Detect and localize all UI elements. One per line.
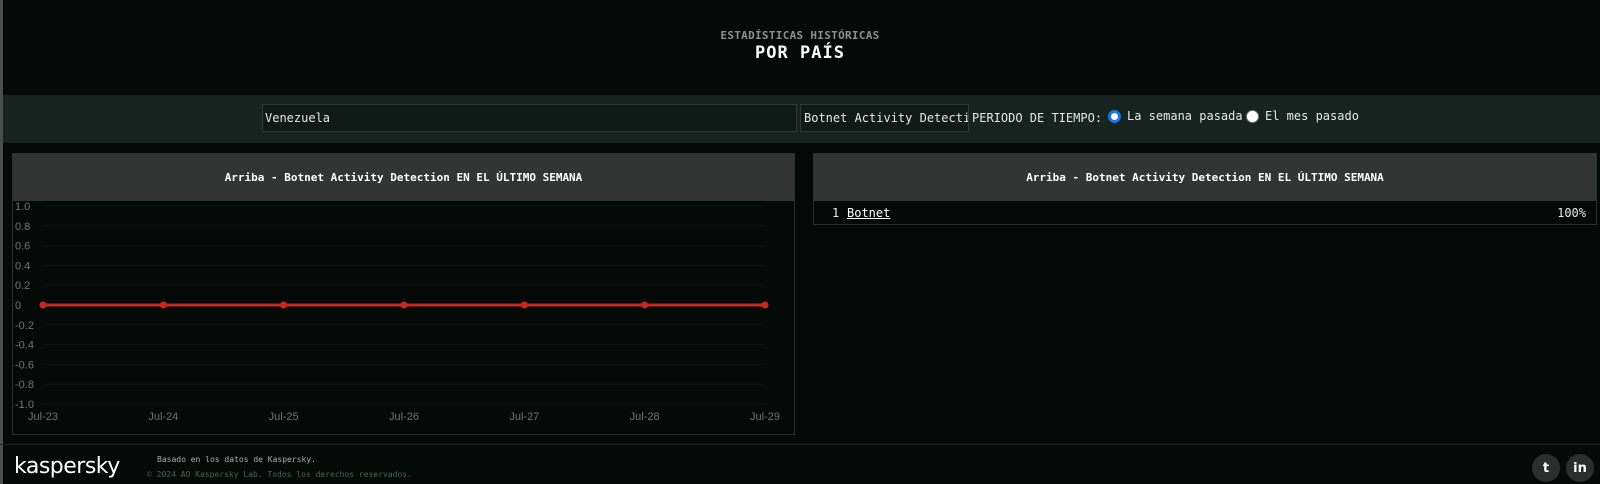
footer-divider <box>0 444 1600 445</box>
x-tick-label: Jul-25 <box>269 411 299 423</box>
y-tick-label: 0.6 <box>15 241 30 253</box>
top-row-percent: 100% <box>1557 206 1586 220</box>
top-panel-heading: Arriba - Botnet Activity Detection EN EL… <box>814 154 1596 201</box>
radio-last-week[interactable]: La semana pasada <box>1108 109 1243 123</box>
filter-toolbar: Venezuela Botnet Activity Detection PERI… <box>3 95 1600 143</box>
y-tick-label: 0.8 <box>15 221 30 233</box>
y-tick-label: 1.0 <box>15 201 30 213</box>
data-point <box>520 301 528 309</box>
radio-last-month[interactable]: El mes pasado <box>1246 109 1359 123</box>
page-title: POR PAÍS <box>755 43 845 63</box>
y-tick-label: 0.4 <box>15 260 30 272</box>
detection-type-select[interactable]: Botnet Activity Detection <box>800 104 969 132</box>
x-tick-label: Jul-24 <box>148 411 178 423</box>
country-input[interactable]: Venezuela <box>262 104 797 132</box>
top-row-name-link[interactable]: Botnet <box>847 206 890 220</box>
data-point <box>400 301 408 309</box>
radio-checked-icon <box>1108 109 1121 123</box>
y-tick-label: 0.2 <box>15 280 30 292</box>
top-row-rank: 1 <box>832 206 840 220</box>
footer-note: Basado en los datos de Kaspersky. <box>157 455 316 464</box>
line-chart: 1.00.80.60.40.20-0.2-0.4-0.6-0.8-1.0Jul-… <box>15 201 780 423</box>
chart-panel: Arriba - Botnet Activity Detection EN EL… <box>12 153 795 435</box>
linkedin-icon[interactable]: in <box>1566 454 1594 482</box>
data-point <box>761 301 769 309</box>
y-tick-label: -0.6 <box>15 359 34 371</box>
y-tick-label: -1.0 <box>15 399 34 411</box>
top-detections-panel: Arriba - Botnet Activity Detection EN EL… <box>813 153 1597 225</box>
y-tick-label: -0.4 <box>15 340 34 352</box>
radio-last-month-label: El mes pasado <box>1265 109 1359 123</box>
y-tick-label: 0 <box>15 300 21 312</box>
page-kicker: ESTADÍSTICAS HISTÓRICAS <box>720 29 880 42</box>
x-tick-label: Jul-28 <box>630 411 660 423</box>
radio-unchecked-icon <box>1246 109 1259 123</box>
data-point <box>39 301 47 309</box>
top-row: 1 Botnet 100% <box>814 206 1596 222</box>
x-tick-label: Jul-27 <box>509 411 539 423</box>
data-point <box>159 301 167 309</box>
radio-last-week-label: La semana pasada <box>1127 109 1243 123</box>
kaspersky-logo[interactable]: kaspersky <box>14 454 120 479</box>
footer-copyright: © 2024 AO Kaspersky Lab. Todos los derec… <box>147 470 412 479</box>
x-tick-label: Jul-26 <box>389 411 419 423</box>
x-tick-label: Jul-29 <box>750 411 780 423</box>
period-label: PERIODO DE TIEMPO: <box>972 111 1103 125</box>
y-tick-label: -0.2 <box>15 320 34 332</box>
y-tick-label: -0.8 <box>15 379 34 391</box>
chart-panel-heading: Arriba - Botnet Activity Detection EN EL… <box>13 154 794 201</box>
data-point <box>641 301 649 309</box>
x-tick-label: Jul-23 <box>28 411 58 423</box>
twitter-icon[interactable]: t <box>1532 454 1560 482</box>
data-point <box>280 301 288 309</box>
page-header: ESTADÍSTICAS HISTÓRICAS POR PAÍS <box>0 0 1600 95</box>
